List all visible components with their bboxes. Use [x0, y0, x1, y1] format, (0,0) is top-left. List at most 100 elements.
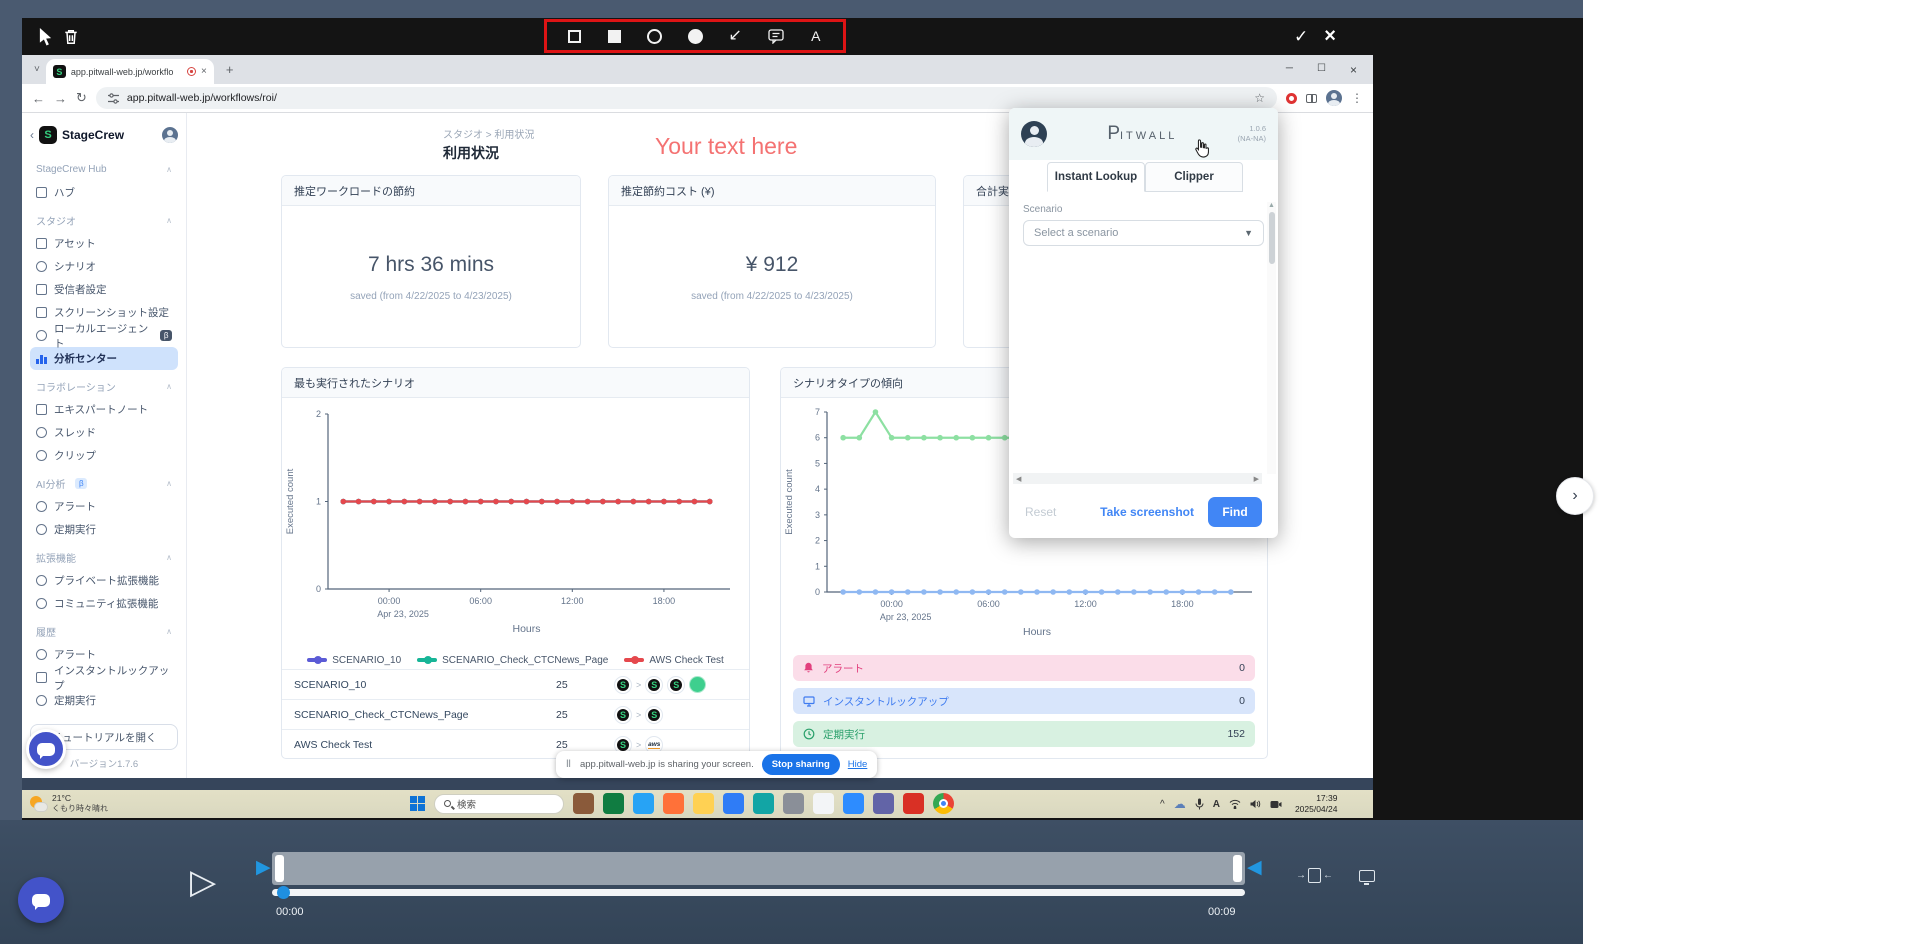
taskbar-app-icon[interactable] [903, 793, 924, 814]
speaker-icon[interactable] [1250, 799, 1261, 809]
sidebar-item-local-agent[interactable]: ローカルエージェントβ [30, 324, 178, 347]
sidebar-item-expert-note[interactable]: エキスパートノート [30, 398, 178, 421]
scenario-select[interactable]: Select a scenario ▼ [1023, 220, 1264, 246]
select-cursor-icon[interactable] [32, 24, 58, 50]
sidebar-section-header[interactable]: 履歴∧ [30, 620, 178, 643]
screenshot-frame-icon[interactable] [1359, 870, 1375, 882]
maximize-button[interactable]: ☐ [1317, 63, 1326, 77]
back-icon[interactable]: ← [32, 91, 45, 106]
bookmark-star-icon[interactable]: ☆ [1254, 91, 1265, 105]
sidebar-section-header[interactable]: StageCrew Hub∧ [30, 158, 178, 181]
split-view-icon[interactable] [1306, 94, 1317, 103]
taskbar-app-icon[interactable] [783, 793, 804, 814]
sidebar-item-hub[interactable]: ハブ [30, 181, 178, 204]
collapse-section-icon[interactable]: ∧ [166, 627, 172, 636]
sidebar-item-private-extension[interactable]: プライベート拡張機能 [30, 569, 178, 592]
annotation-text-overlay[interactable]: Your text here [655, 133, 797, 160]
sidebar-item-asset[interactable]: アセット [30, 232, 178, 255]
taskbar-app-icon[interactable] [873, 793, 894, 814]
comment-tool-icon[interactable] [763, 23, 789, 49]
collapse-section-icon[interactable]: ∧ [166, 382, 172, 391]
start-button[interactable] [410, 796, 425, 811]
sidebar-section-header[interactable]: 拡張機能∧ [30, 546, 178, 569]
sidebar-item-recipient[interactable]: 受信者設定 [30, 278, 178, 301]
taskbar-app-icon[interactable] [663, 793, 684, 814]
playhead[interactable] [277, 886, 290, 899]
play-button[interactable]: ▷ [190, 862, 216, 902]
trim-start-marker[interactable]: ▶ [256, 856, 271, 879]
summary-row-bell[interactable]: アラート0 [793, 655, 1255, 681]
take-screenshot-button[interactable]: Take screenshot [1100, 505, 1194, 519]
browser-profile-avatar[interactable] [1326, 90, 1342, 106]
hide-share-bar-link[interactable]: Hide [848, 759, 868, 770]
confirm-annotations-button[interactable]: ✓ [1294, 27, 1308, 47]
taskbar-app-icon[interactable] [633, 793, 654, 814]
sidebar-collapse-icon[interactable]: ‹ [30, 128, 34, 142]
rectangle-outline-tool-icon[interactable] [561, 23, 587, 49]
text-tool-icon[interactable]: A [803, 23, 829, 49]
collapse-panel-button[interactable]: › [1556, 477, 1594, 515]
user-avatar[interactable] [162, 127, 178, 143]
playback-progress-bar[interactable] [272, 889, 1245, 896]
popup-user-avatar[interactable] [1021, 121, 1047, 147]
ime-indicator[interactable]: A [1213, 799, 1220, 810]
trim-handle-right[interactable] [1233, 855, 1242, 882]
collapse-section-icon[interactable]: ∧ [166, 553, 172, 562]
support-chat-bubble[interactable] [18, 877, 64, 923]
taskbar-app-icon[interactable] [813, 793, 834, 814]
tab-close-icon[interactable]: × [201, 66, 207, 77]
sidebar-section-header[interactable]: スタジオ∧ [30, 209, 178, 232]
sidebar-item-community-extension[interactable]: コミュニティ拡張機能 [30, 592, 178, 615]
table-row[interactable]: SCENARIO_Check_CTCNews_Page25S>S [282, 699, 749, 729]
arrow-tool-icon[interactable]: ↙ [722, 23, 748, 49]
browser-menu-icon[interactable]: ⋮ [1351, 91, 1363, 105]
popup-horizontal-scrollbar[interactable]: ◀ ▶ [1013, 473, 1262, 484]
address-bar[interactable]: app.pitwall-web.jp/workflows/roi/ ☆ [96, 87, 1277, 109]
sidebar-item-schedule[interactable]: 定期実行 [30, 518, 178, 541]
cancel-annotations-button[interactable]: × [1324, 25, 1336, 48]
stop-sharing-button[interactable]: Stop sharing [762, 754, 840, 775]
popup-vertical-scrollbar[interactable]: ▲ [1267, 202, 1276, 474]
tab-clipper[interactable]: Clipper [1145, 162, 1243, 192]
weather-widget[interactable]: 21°C くもり時々晴れ [30, 793, 108, 814]
collapse-section-icon[interactable]: ∧ [166, 479, 172, 488]
wifi-icon[interactable] [1229, 799, 1241, 809]
taskbar-app-icon[interactable] [753, 793, 774, 814]
legend-item[interactable]: AWS Check Test [624, 655, 723, 666]
forward-icon[interactable]: → [54, 91, 67, 106]
legend-item[interactable]: SCENARIO_Check_CTCNews_Page [417, 655, 608, 666]
tab-search-chevron-icon[interactable]: ˅ [34, 64, 40, 75]
rectangle-filled-tool-icon[interactable] [602, 23, 628, 49]
collapse-section-icon[interactable]: ∧ [166, 165, 172, 174]
taskbar-app-icon[interactable] [723, 793, 744, 814]
table-row[interactable]: SCENARIO_1025S>SS [282, 669, 749, 699]
reload-icon[interactable]: ↻ [76, 90, 87, 106]
ellipse-filled-tool-icon[interactable] [682, 23, 708, 49]
camera-icon[interactable] [1270, 800, 1282, 809]
taskbar-app-icon[interactable] [693, 793, 714, 814]
summary-row-clock[interactable]: 定期実行152 [793, 721, 1255, 747]
microphone-icon[interactable] [1195, 798, 1204, 810]
scroll-left-icon[interactable]: ◀ [1016, 475, 1021, 483]
recorder-extension-icon[interactable] [1286, 93, 1297, 104]
browser-tab[interactable]: S app.pitwall-web.jp/workflo × [46, 59, 214, 84]
sidebar-item-instant-lookup[interactable]: インスタントルックアップ [30, 666, 178, 689]
close-window-button[interactable]: × [1350, 63, 1357, 77]
new-tab-button[interactable]: + [226, 62, 234, 77]
summary-row-monitor[interactable]: インスタントルックアップ0 [793, 688, 1255, 714]
breadcrumb[interactable]: スタジオ > 利用状況 [443, 126, 534, 141]
taskbar-app-icon[interactable] [843, 793, 864, 814]
tab-instant-lookup[interactable]: Instant Lookup [1047, 162, 1145, 192]
legend-item[interactable]: SCENARIO_10 [307, 655, 401, 666]
taskbar-app-icon[interactable] [573, 793, 594, 814]
sidebar-item-clip[interactable]: クリップ [30, 444, 178, 467]
taskbar-app-icon[interactable] [603, 793, 624, 814]
ellipse-outline-tool-icon[interactable] [642, 23, 668, 49]
find-button[interactable]: Find [1208, 497, 1262, 527]
sidebar-section-header[interactable]: コラボレーション∧ [30, 375, 178, 398]
sidebar-item-thread[interactable]: スレッド [30, 421, 178, 444]
taskbar-search[interactable]: 検索 [434, 794, 564, 814]
sidebar-section-header[interactable]: AI分析β∧ [30, 472, 178, 495]
trim-frames-icon[interactable]: →← [1296, 868, 1333, 883]
tray-expand-icon[interactable]: ^ [1160, 799, 1165, 810]
